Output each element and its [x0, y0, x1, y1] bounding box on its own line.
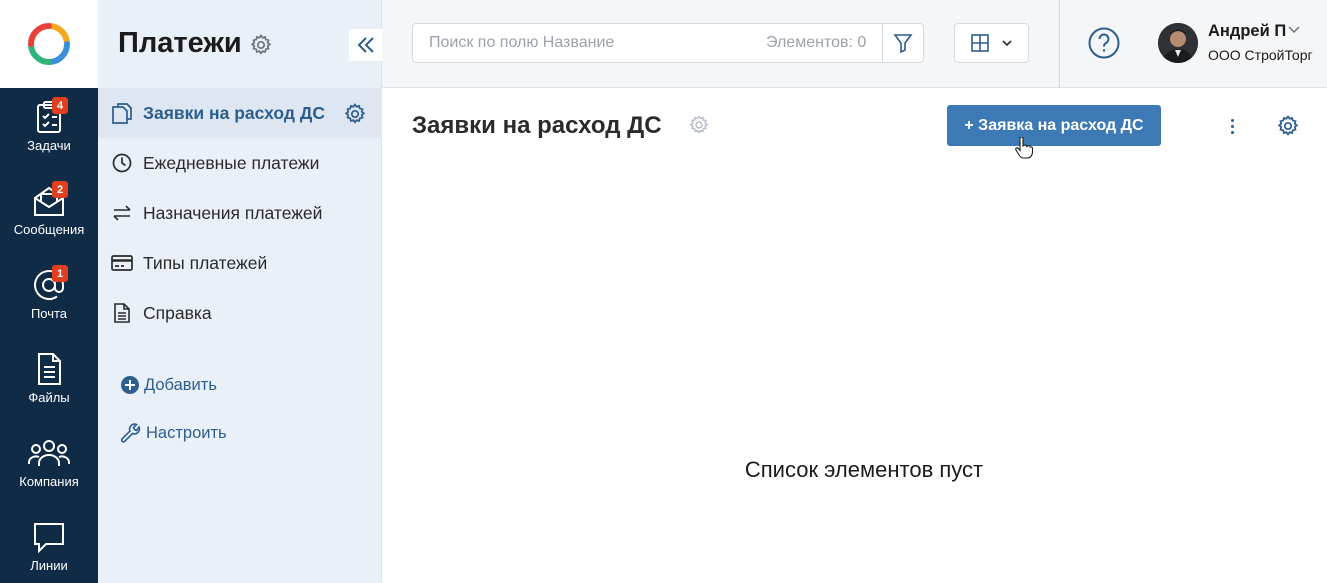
section-sidebar: Платежи Заявки на расход ДС Ежедневные п…	[98, 0, 382, 583]
sidebar-header: Платежи	[98, 0, 382, 88]
rail-label-company: Компания	[19, 474, 79, 489]
hand-pointer-icon	[1015, 137, 1033, 159]
configure-button[interactable]: Настроить	[120, 420, 227, 446]
collapse-sidebar-button[interactable]	[349, 29, 382, 61]
grid-view-icon	[970, 34, 989, 52]
rail-label-messages: Сообщения	[13, 222, 85, 237]
rail-item-messages[interactable]: 2 Сообщения	[0, 172, 98, 256]
document-icon	[114, 303, 130, 323]
main-content: Заявки на расход ДС + Заявка на расход Д…	[382, 88, 1327, 583]
logo-icon	[28, 23, 70, 65]
copy-icon	[112, 103, 132, 124]
messages-badge: 2	[52, 181, 68, 198]
sidebar-item-label: Назначения платежей	[143, 202, 323, 223]
create-expense-request-button[interactable]: + Заявка на расход ДС	[947, 105, 1161, 146]
app-logo[interactable]	[0, 0, 98, 88]
user-company: ООО СтройТорг	[1208, 47, 1313, 63]
section-settings-icon[interactable]	[249, 33, 273, 57]
topbar-separator	[1059, 0, 1060, 88]
sidebar-item-expense-requests[interactable]: Заявки на расход ДС	[98, 88, 382, 138]
sidebar-item-payment-purposes[interactable]: Назначения платежей	[98, 188, 382, 238]
more-options-button[interactable]	[1224, 115, 1240, 137]
user-menu[interactable]: Андрей П ООО СтройТорг	[1158, 22, 1323, 66]
add-section-button[interactable]: Добавить	[120, 372, 217, 398]
tasks-badge: 4	[52, 97, 68, 114]
sidebar-item-label: Справка	[143, 302, 212, 323]
top-bar: Элементов: 0 Ан	[382, 0, 1327, 88]
user-photo-icon	[1158, 23, 1198, 63]
clock-icon	[112, 153, 132, 173]
user-name: Андрей П	[1208, 22, 1287, 40]
company-icon	[28, 440, 70, 466]
rail-item-tasks[interactable]: 4 Задачи	[0, 88, 98, 172]
rail-label-tasks: Задачи	[27, 138, 71, 153]
elements-count: Элементов: 0	[766, 34, 867, 51]
settings-icon[interactable]	[1276, 114, 1300, 138]
card-icon	[111, 255, 133, 271]
search-input[interactable]	[413, 24, 753, 62]
wrench-icon	[120, 423, 141, 443]
chevron-down-icon	[1288, 26, 1300, 34]
app-rail: 4 Задачи 2 Сообщения 1 Почта Файлы Компа…	[0, 0, 98, 583]
view-mode-button[interactable]	[954, 23, 1029, 63]
files-icon	[38, 353, 61, 385]
rail-item-files[interactable]: Файлы	[0, 340, 98, 424]
chevron-down-icon	[1001, 40, 1012, 47]
rail-item-mail[interactable]: 1 Почта	[0, 256, 98, 340]
sidebar-title: Платежи	[118, 27, 242, 59]
help-icon[interactable]	[1088, 27, 1120, 59]
rail-label-lines: Линии	[30, 558, 68, 573]
filter-button[interactable]	[883, 24, 923, 62]
double-chevron-left-icon	[357, 37, 374, 53]
rail-item-company[interactable]: Компания	[0, 424, 98, 508]
filter-icon	[893, 34, 913, 53]
lines-chat-icon	[34, 523, 64, 554]
sidebar-item-daily-payments[interactable]: Ежедневные платежи	[98, 138, 382, 188]
rail-label-files: Файлы	[28, 390, 70, 405]
rail-item-lines[interactable]: Линии	[0, 508, 98, 583]
avatar	[1158, 23, 1198, 63]
kebab-dot	[1230, 130, 1234, 134]
sidebar-item-label: Заявки на расход ДС	[143, 102, 325, 123]
sidebar-item-help[interactable]: Справка	[98, 288, 382, 338]
sidebar-item-payment-types[interactable]: Типы платежей	[98, 238, 382, 288]
kebab-dot	[1230, 118, 1234, 122]
swap-arrows-icon	[113, 205, 131, 221]
search-box: Элементов: 0	[412, 23, 924, 63]
sidebar-item-label: Типы платежей	[143, 252, 268, 273]
page-settings-icon[interactable]	[688, 114, 710, 136]
rail-label-mail: Почта	[30, 306, 68, 321]
kebab-dot	[1230, 124, 1234, 128]
page-title: Заявки на расход ДС	[412, 112, 662, 139]
item-settings-icon[interactable]	[343, 102, 367, 126]
add-label: Добавить	[144, 375, 217, 394]
mail-badge: 1	[52, 265, 68, 282]
configure-label: Настроить	[146, 423, 227, 442]
empty-list-message: Список элементов пуст	[744, 457, 984, 482]
sidebar-item-label: Ежедневные платежи	[143, 152, 320, 173]
plus-circle-icon	[121, 376, 139, 394]
